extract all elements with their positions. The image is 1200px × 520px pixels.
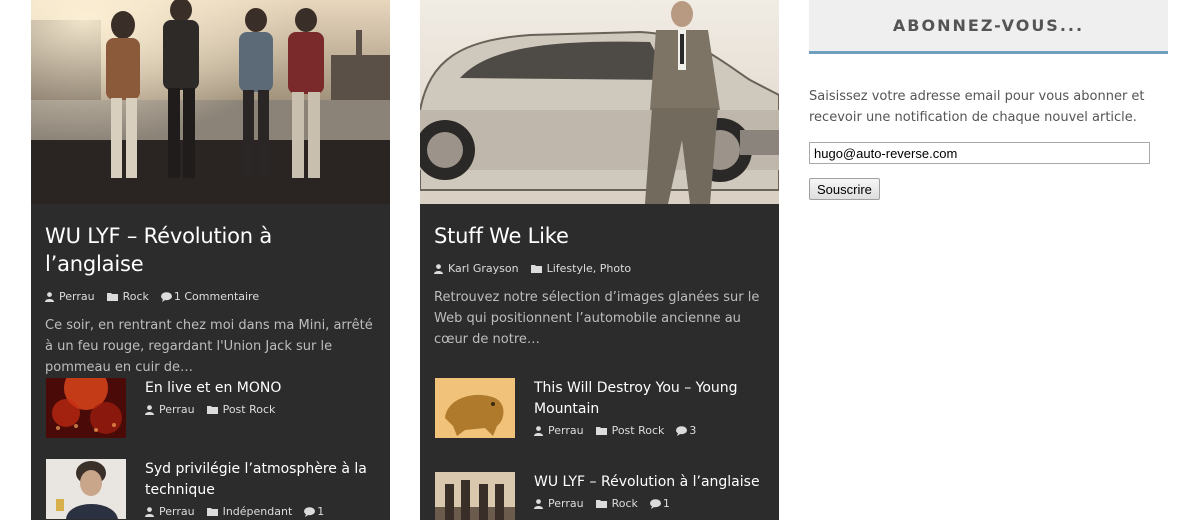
post-title-link[interactable]: Stuff We Like bbox=[434, 222, 765, 250]
related-meta: Perrau Indépendant 1 bbox=[145, 505, 375, 518]
related-comments-link[interactable]: 1 bbox=[317, 505, 324, 518]
related-category-link[interactable]: Indépendant bbox=[223, 505, 293, 518]
widget-description: Saisissez votre adresse email pour vous … bbox=[809, 89, 1145, 125]
comment-icon bbox=[676, 425, 688, 436]
related-author-link[interactable]: Perrau bbox=[548, 497, 584, 510]
post-card: WU LYF – Révolution à l’anglaise Perrau … bbox=[31, 0, 390, 520]
email-field[interactable] bbox=[809, 142, 1150, 164]
related-thumbnail[interactable] bbox=[435, 378, 515, 438]
related-thumbnail[interactable] bbox=[46, 459, 126, 519]
subscribe-button[interactable]: Souscrire bbox=[809, 178, 880, 200]
folder-icon bbox=[595, 427, 607, 435]
post-image[interactable] bbox=[31, 0, 390, 204]
user-icon bbox=[145, 506, 154, 517]
related-thumbnail[interactable] bbox=[46, 378, 126, 438]
related-category-link[interactable]: Post Rock bbox=[612, 424, 665, 437]
folder-icon bbox=[206, 508, 218, 516]
widget-header: ABONNEZ-VOUS... bbox=[809, 0, 1168, 54]
post-comments-link[interactable]: 1 Commentaire bbox=[174, 290, 259, 303]
subscribe-widget: ABONNEZ-VOUS... Saisissez votre adresse … bbox=[809, 0, 1168, 200]
related-comments-link[interactable]: 3 bbox=[689, 424, 696, 437]
related-title-link[interactable]: Syd privilégie l’atmosphère à la techniq… bbox=[145, 459, 375, 501]
post-category-link[interactable]: Lifestyle bbox=[547, 262, 593, 275]
post-card: Stuff We Like Karl Grayson Lifestyle, Ph… bbox=[420, 0, 779, 520]
related-title-link[interactable]: This Will Destroy You – Young Mountain bbox=[534, 378, 764, 420]
related-author-link[interactable]: Perrau bbox=[159, 403, 195, 416]
user-icon bbox=[534, 425, 543, 436]
post-author-link[interactable]: Perrau bbox=[59, 290, 95, 303]
post-excerpt: Retrouvez notre sélection d’images glané… bbox=[434, 290, 760, 347]
folder-icon bbox=[530, 265, 542, 273]
related-title-link[interactable]: WU LYF – Révolution à l’anglaise bbox=[534, 472, 764, 493]
user-icon bbox=[434, 263, 443, 274]
related-title-link[interactable]: En live et en MONO bbox=[145, 378, 375, 399]
related-thumbnail[interactable] bbox=[435, 472, 515, 520]
category-separator: , bbox=[592, 262, 600, 275]
comment-icon bbox=[649, 498, 661, 509]
folder-icon bbox=[206, 406, 218, 414]
related-author-link[interactable]: Perrau bbox=[548, 424, 584, 437]
related-category-link[interactable]: Post Rock bbox=[223, 403, 276, 416]
user-icon bbox=[534, 498, 543, 509]
widget-title: ABONNEZ-VOUS... bbox=[892, 16, 1085, 35]
post-title-link[interactable]: WU LYF – Révolution à l’anglaise bbox=[45, 222, 376, 278]
post-meta: Perrau Rock 1 Commentaire bbox=[45, 290, 376, 303]
related-category-link[interactable]: Rock bbox=[612, 497, 638, 510]
post-author-link[interactable]: Karl Grayson bbox=[448, 262, 519, 275]
user-icon bbox=[45, 291, 54, 302]
post-excerpt: Ce soir, en rentrant chez moi dans ma Mi… bbox=[45, 318, 373, 375]
related-meta: Perrau Post Rock bbox=[145, 403, 375, 416]
related-comments-link[interactable]: 1 bbox=[663, 497, 670, 510]
post-meta: Karl Grayson Lifestyle, Photo bbox=[434, 262, 765, 275]
related-author-link[interactable]: Perrau bbox=[159, 505, 195, 518]
folder-icon bbox=[106, 293, 118, 301]
comment-icon bbox=[160, 291, 172, 302]
related-meta: Perrau Rock 1 bbox=[534, 497, 764, 510]
related-meta: Perrau Post Rock 3 bbox=[534, 424, 764, 437]
post-category-link[interactable]: Rock bbox=[123, 290, 149, 303]
post-category-link[interactable]: Photo bbox=[600, 262, 631, 275]
folder-icon bbox=[595, 500, 607, 508]
user-icon bbox=[145, 404, 154, 415]
comment-icon bbox=[304, 506, 316, 517]
post-image[interactable] bbox=[420, 0, 779, 204]
